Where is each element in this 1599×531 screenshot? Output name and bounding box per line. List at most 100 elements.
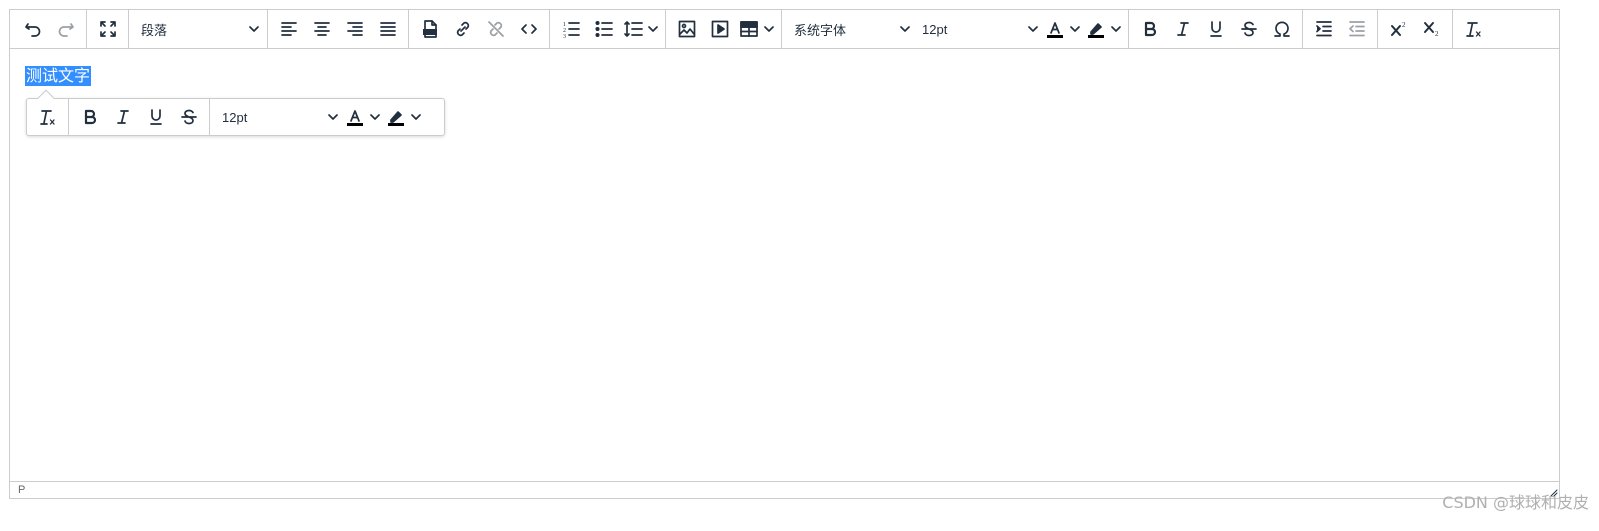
history-group: [12, 9, 87, 49]
chevron-down-icon: [328, 114, 338, 120]
align-right-button[interactable]: [338, 15, 371, 43]
bold-icon: [84, 109, 96, 125]
quick-text-color-button[interactable]: [342, 103, 383, 131]
quick-style-group: [69, 99, 210, 135]
quick-strikethrough-button[interactable]: [172, 103, 205, 131]
subscript-button[interactable]: 2: [1415, 15, 1448, 43]
quick-toolbar: 12pt: [26, 89, 445, 136]
italic-icon: [1176, 22, 1189, 36]
quick-font-size-value: 12pt: [222, 109, 248, 125]
bullet-list-icon: [594, 20, 613, 38]
chevron-down-icon: [1070, 26, 1080, 32]
chevron-down-icon: [249, 26, 259, 32]
quick-font-size-select[interactable]: 12pt: [214, 103, 342, 131]
strikethrough-icon: [180, 109, 197, 125]
rich-text-editor: 段落 1 2 3 系统字体 12pt 2 2 测试文字 12pt P: [9, 9, 1560, 499]
chevron-down-icon: [900, 26, 910, 32]
outdent-icon: [1348, 21, 1365, 37]
ordered-list-icon: 123: [563, 22, 580, 39]
table-button[interactable]: [736, 15, 777, 43]
indent-button[interactable]: [1307, 15, 1340, 43]
chevron-down-icon: [370, 114, 380, 120]
italic-button[interactable]: [1166, 15, 1199, 43]
code-button[interactable]: [512, 15, 545, 43]
fullscreen-button[interactable]: [91, 15, 124, 43]
code-icon: [520, 24, 537, 34]
bullet-list-button[interactable]: [587, 15, 620, 43]
style-group: [1129, 9, 1303, 49]
align-justify-icon: [379, 22, 396, 36]
unlink-icon: [487, 21, 504, 37]
link-icon: [456, 21, 469, 37]
font-family-select[interactable]: 系统字体: [786, 15, 914, 43]
format-group: 段落: [129, 9, 268, 49]
redo-icon: [58, 23, 74, 37]
pdf-button[interactable]: [413, 15, 446, 43]
highlight-color-button[interactable]: [1083, 15, 1124, 43]
special-char-button[interactable]: [1265, 15, 1298, 43]
quick-font-group: 12pt: [210, 99, 428, 135]
quick-bold-button[interactable]: [73, 103, 106, 131]
quick-underline-button[interactable]: [139, 103, 172, 131]
clear-format-button[interactable]: [1457, 15, 1490, 43]
ordered-list-button[interactable]: 123: [554, 15, 587, 43]
align-justify-button[interactable]: [371, 15, 404, 43]
indent-group: [1303, 9, 1378, 49]
quick-clear-format-button[interactable]: [31, 103, 64, 131]
chevron-down-icon: [764, 26, 774, 32]
unlink-button[interactable]: [479, 15, 512, 43]
font-size-value: 12pt: [922, 21, 948, 37]
svg-text:2: 2: [1402, 21, 1406, 29]
chevron-down-icon: [648, 26, 658, 32]
svg-text:3: 3: [563, 34, 566, 39]
image-icon: [678, 20, 695, 38]
selected-text[interactable]: 测试文字: [25, 66, 92, 86]
underline-icon: [1209, 21, 1222, 37]
editor-content[interactable]: 测试文字 12pt: [10, 50, 1559, 483]
table-icon: [740, 21, 758, 37]
bold-icon: [1144, 21, 1156, 37]
omega-icon: [1273, 21, 1290, 37]
strikethrough-icon: [1240, 21, 1257, 37]
strikethrough-button[interactable]: [1232, 15, 1265, 43]
outdent-button[interactable]: [1340, 15, 1373, 43]
main-toolbar: 段落 1 2 3 系统字体 12pt 2 2: [10, 9, 1559, 49]
quick-highlight-color-button[interactable]: [383, 103, 424, 131]
font-group: 系统字体 12pt: [782, 9, 1129, 49]
align-center-icon: [313, 22, 330, 36]
status-bar: P: [10, 481, 1559, 498]
superscript-icon: 2: [1390, 21, 1406, 36]
pdf-icon: [422, 20, 437, 38]
align-center-button[interactable]: [305, 15, 338, 43]
clear-format-icon: [39, 110, 55, 125]
media-icon: [711, 20, 728, 38]
font-size-select[interactable]: 12pt: [914, 15, 1042, 43]
italic-icon: [116, 110, 129, 124]
link-button[interactable]: [446, 15, 479, 43]
undo-button[interactable]: [16, 15, 49, 43]
align-left-button[interactable]: [272, 15, 305, 43]
redo-button[interactable]: [49, 15, 82, 43]
svg-text:2: 2: [1435, 30, 1439, 38]
line-height-button[interactable]: [620, 15, 661, 43]
undo-icon: [24, 23, 40, 37]
font-family-value: 系统字体: [794, 22, 847, 38]
chevron-down-icon: [411, 114, 421, 120]
text-color-button[interactable]: [1042, 15, 1083, 43]
media-button[interactable]: [703, 15, 736, 43]
script-group: 2 2: [1378, 9, 1453, 49]
superscript-button[interactable]: 2: [1382, 15, 1415, 43]
block-format-select[interactable]: 段落: [133, 15, 263, 43]
element-path[interactable]: P: [18, 484, 25, 496]
highlight-icon: [388, 111, 404, 126]
media-group: [666, 9, 782, 49]
underline-button[interactable]: [1199, 15, 1232, 43]
line-height-icon: [624, 21, 643, 37]
bold-button[interactable]: [1133, 15, 1166, 43]
quick-italic-button[interactable]: [106, 103, 139, 131]
image-button[interactable]: [670, 15, 703, 43]
chevron-down-icon: [1028, 26, 1038, 32]
list-group: 123: [550, 9, 666, 49]
subscript-icon: 2: [1423, 22, 1439, 38]
fullscreen-icon: [99, 21, 116, 37]
